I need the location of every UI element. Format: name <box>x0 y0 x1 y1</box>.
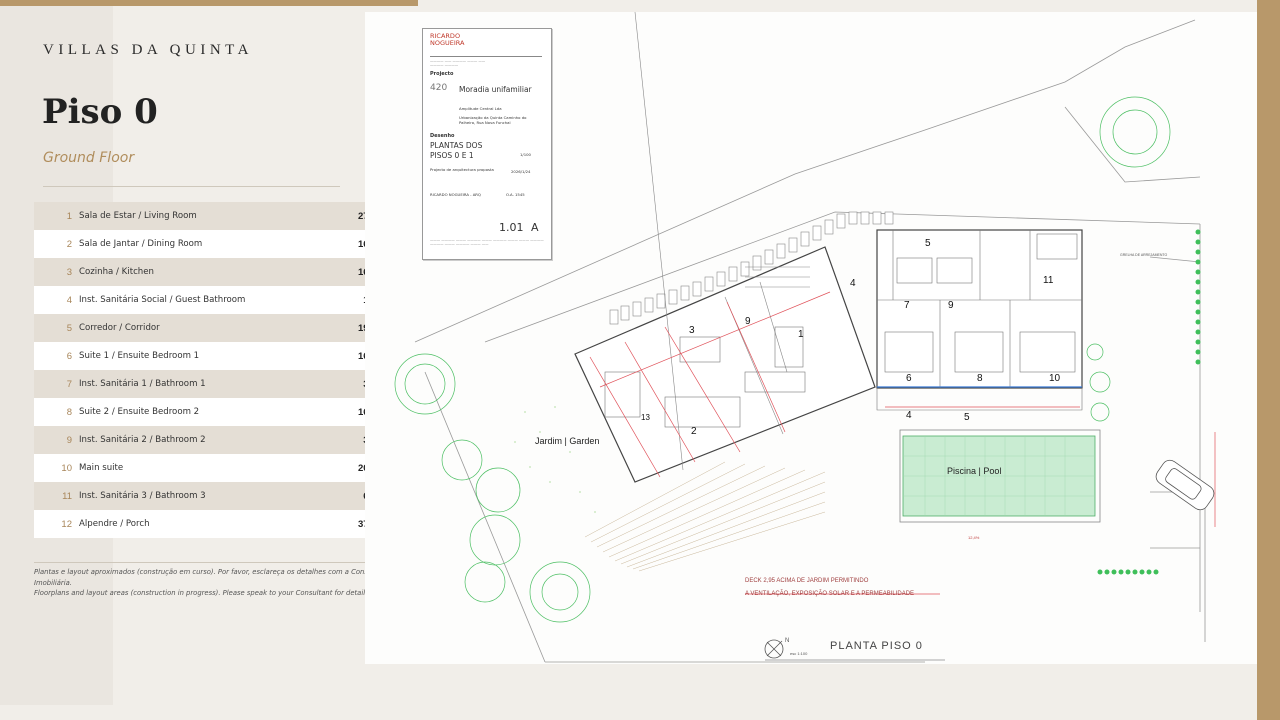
note-portuguese: Plantas e layout aproximados (construção… <box>34 568 388 587</box>
room-number-cell: 10 <box>61 462 72 474</box>
projecto-label: Projecto <box>430 71 454 77</box>
room-name-cell: Inst. Sanitária 2 / Bathroom 2 <box>79 435 206 445</box>
deck-hatching <box>584 461 826 572</box>
room-number: 9 <box>745 316 751 327</box>
room-number: 13 <box>641 413 650 422</box>
room-row: 11Inst. Sanitária 3 / Bathroom 36,46 m² <box>34 482 398 510</box>
room-name-cell: Inst. Sanitária 1 / Bathroom 1 <box>79 379 206 389</box>
hedge-dots <box>1097 229 1201 575</box>
room-name-cell: Cozinha / Kitchen <box>79 267 154 277</box>
room-number-cell: 11 <box>62 490 72 502</box>
room-number: 4 <box>850 278 856 289</box>
drawing-date: 2026/1/24 <box>511 169 531 174</box>
room-table: 1Sala de Estar / Living Room27,62 m²2Sal… <box>34 202 398 538</box>
ground-texture <box>514 406 596 513</box>
room-number-cell: 12 <box>61 518 72 530</box>
firm-name-line2: NOGUEIRA <box>430 39 465 47</box>
pool-area <box>899 429 1101 523</box>
room-number: 3 <box>689 325 695 336</box>
drawing-title: PLANTAS DOS PISOS 0 E 1 <box>430 141 483 160</box>
room-row: 9Inst. Sanitária 2 / Bathroom 23,93 m² <box>34 426 398 454</box>
page-subtitle: Ground Floor <box>43 150 135 166</box>
sheet-number: 1.01 <box>499 221 524 234</box>
room-name-cell: Corredor / Corridor <box>79 323 160 333</box>
project-name: Moradia unifamiliar <box>459 85 532 94</box>
room-number-cell: 8 <box>66 406 72 418</box>
room-name-cell: Inst. Sanitária 3 / Bathroom 3 <box>79 491 206 501</box>
note-english: Floorplans and layout areas (constructio… <box>34 589 371 597</box>
room-number: 5 <box>964 412 970 423</box>
oa-number: O.A. 1545 <box>506 192 525 197</box>
pool-label: Piscina | Pool <box>947 466 1001 476</box>
drawing-scale: 1/100 <box>520 152 531 157</box>
room-row: 4 Inst. Sanitária Social / Guest Bathroom… <box>34 286 398 314</box>
page-title: Piso 0 <box>42 92 158 132</box>
tb-divider <box>430 56 542 57</box>
slope-label: 12,4% <box>968 535 980 540</box>
right-accent-bar <box>1257 0 1280 720</box>
room-number: 8 <box>977 373 983 384</box>
room-row: 1Sala de Estar / Living Room27,62 m² <box>34 202 398 230</box>
room-number: 4 <box>906 410 912 421</box>
room-row: 7Inst. Sanitária 1 / Bathroom 13,93 m² <box>34 370 398 398</box>
room-number-cell: 7 <box>66 378 72 390</box>
sheet-revision: A <box>531 221 539 234</box>
room-name-cell: Sala de Jantar / Dining Room <box>79 239 203 249</box>
room-row: 8Suite 2 / Ensuite Bedroom 216,40 m² <box>34 398 398 426</box>
tb-fineprint: ———— —— ———— ——— —— ———— ———— <box>430 59 486 67</box>
room-number-cell: 1 <box>66 210 72 222</box>
room-number-cell: 3 <box>66 266 72 278</box>
room-number: 6 <box>906 373 912 384</box>
room-number: 7 <box>904 300 910 311</box>
north-label: N <box>785 638 789 644</box>
plan-title-label: PLANTA PISO 0 <box>830 640 923 652</box>
room-row: 12Alpendre / Porch37,80 m² <box>34 510 398 538</box>
room-number: 5 <box>925 238 931 249</box>
north-arrow-icon <box>764 639 784 659</box>
room-number-cell: 4 <box>66 294 72 306</box>
car-outline <box>1155 459 1215 511</box>
deck-note-line1: DECK 2,95 ACIMA DE JARDIM PERMITINDO <box>745 578 869 584</box>
room-number-cell: 9 <box>66 434 72 446</box>
room-row: 3Cozinha / Kitchen16,80 m² <box>34 258 398 286</box>
author-name: RICARDO NOGUEIRA - ARQ <box>430 192 481 197</box>
client-name: Amplitude Central Lda <box>459 106 502 111</box>
plan-scale-label: esc 1:100 <box>790 651 808 656</box>
room-name-cell: Sala de Estar / Living Room <box>79 211 197 221</box>
room-row: 10Main suite20,36 m² <box>34 454 398 482</box>
grelha-label: GRELHA DE ARREJAMENTO <box>1120 253 1167 257</box>
top-accent-bar <box>0 0 418 6</box>
room-row: 6Suite 1 / Ensuite Bedroom 116,82 m² <box>34 342 398 370</box>
deck-note-line2: A VENTILAÇÃO, EXPOSIÇÃO SOLAR E A PERMEA… <box>745 590 914 597</box>
room-number: 1 <box>798 329 804 340</box>
room-number: 11 <box>1043 275 1054 286</box>
site-address: Urbanização da Quinta Caminho do Palheir… <box>459 115 527 125</box>
room-number-cell: 5 <box>66 322 72 334</box>
desenho-label: Desenho <box>430 133 455 139</box>
room-row: 2Sala de Jantar / Dining Room16,70 m² <box>34 230 398 258</box>
footer-divider <box>34 562 398 563</box>
project-number: 420 <box>430 83 448 93</box>
architect-title-block: RICARDO NOGUEIRA ———— —— ———— ——— —— ————… <box>422 28 552 260</box>
room-number-cell: 2 <box>66 238 72 250</box>
room-number: 10 <box>1049 373 1061 384</box>
room-name-cell: Suite 1 / Ensuite Bedroom 1 <box>79 351 200 361</box>
room-name-cell: Alpendre / Porch <box>79 519 150 529</box>
room-name-cell: Suite 2 / Ensuite Bedroom 2 <box>79 407 200 417</box>
room-number-cell: 6 <box>66 350 72 362</box>
garden-label: Jardim | Garden <box>535 436 599 446</box>
tb-footer-fineprint: ——— ———— ——— ———— ——— ———— ——— ——— ———— —… <box>430 238 544 246</box>
room-name-cell: Inst. Sanitária Social / Guest Bathroom <box>79 295 246 305</box>
disclaimer-notes: Plantas e layout aproximados (construção… <box>34 567 404 599</box>
room-row: 5Corredor / Corridor19,60 m² <box>34 314 398 342</box>
project-phase: Projecto de arquitectura proposta <box>430 167 494 172</box>
room-number: 9 <box>948 300 954 311</box>
brand-name: VILLAS DA QUINTA <box>43 42 253 58</box>
room-name-cell: Main suite <box>79 463 124 473</box>
title-divider <box>43 186 340 187</box>
room-number: 2 <box>691 426 697 437</box>
